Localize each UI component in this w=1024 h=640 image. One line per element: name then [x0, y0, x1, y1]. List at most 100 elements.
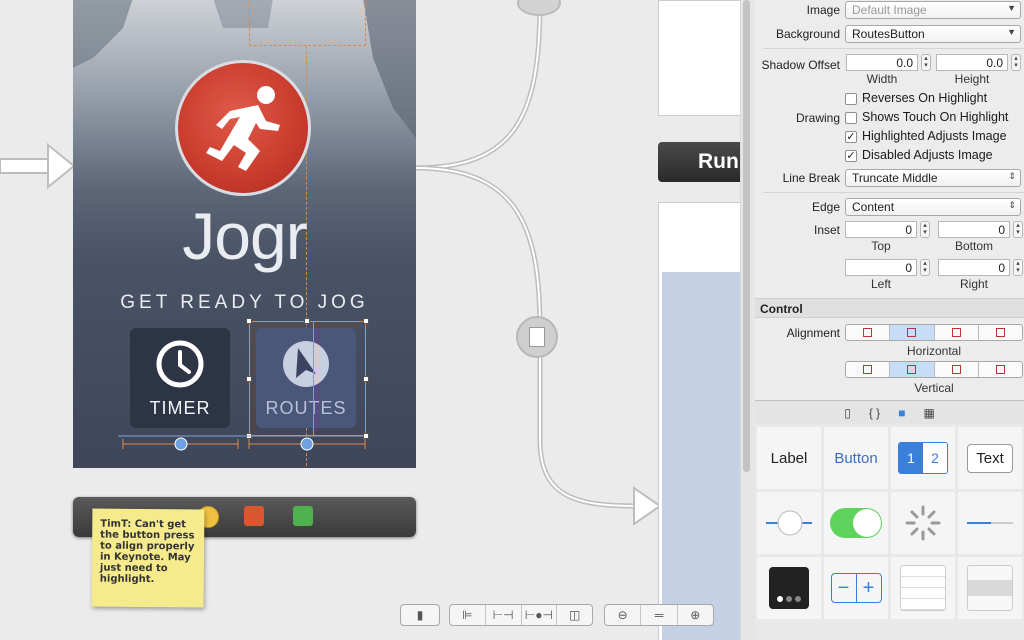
align-top-segment[interactable] [846, 362, 891, 377]
resize-handle[interactable] [304, 318, 310, 324]
progress-view-item[interactable] [958, 492, 1022, 554]
shows-touch-label: Shows Touch On Highlight [862, 110, 1009, 124]
segmented-control-preview: 1 2 [898, 442, 948, 474]
media-library-icon[interactable]: ▦ [923, 406, 934, 420]
dropdown-arrow-icon: ▼ [1007, 3, 1016, 13]
disabled-checkbox[interactable]: ✓ [845, 150, 857, 162]
highlighted-checkbox[interactable]: ✓ [845, 131, 857, 143]
scene-top[interactable] [658, 0, 740, 116]
line-break-popup[interactable]: Truncate Middle ⇕ [845, 169, 1021, 187]
exit-icon[interactable] [293, 506, 313, 526]
activity-indicator-icon [905, 505, 941, 541]
segmented-control-item[interactable]: 1 2 [891, 427, 955, 489]
pin-icon[interactable]: ⊢⊣ [486, 605, 522, 625]
align-right-icon [951, 328, 961, 337]
zoom-in-icon[interactable]: ⊕ [678, 605, 713, 625]
divider [763, 48, 1024, 49]
segue-node[interactable] [516, 316, 558, 358]
table-view-item[interactable] [891, 557, 955, 619]
storyboard-canvas[interactable]: Jogr GET READY TO JOG TIMER ROUTES TimT:… [0, 0, 740, 640]
align-fill-icon [995, 328, 1005, 337]
jogr-view-controller[interactable]: Jogr GET READY TO JOG TIMER ROUTES [73, 0, 416, 468]
image-popup[interactable]: Default Image ▼ [845, 1, 1021, 19]
run-button[interactable]: Run [658, 142, 740, 182]
segment-two: 2 [923, 443, 947, 473]
align-fill-vertical-segment[interactable] [979, 362, 1022, 377]
resize-icon[interactable]: ◫ [557, 605, 592, 625]
background-popup[interactable]: RoutesButton ▼ [845, 25, 1021, 43]
resize-handle[interactable] [363, 376, 369, 382]
resolve-icon[interactable]: ⊢●⊣ [522, 605, 558, 625]
reverses-checkbox[interactable] [845, 93, 857, 105]
line-break-label: Line Break [782, 171, 840, 185]
runner-icon [206, 86, 280, 171]
vertical-alignment-control[interactable] [845, 361, 1023, 378]
inset-right-stepper[interactable]: ▴ ▾ [1013, 259, 1023, 276]
code-snippet-tab[interactable]: { } [869, 406, 880, 420]
slider-item[interactable] [757, 492, 821, 554]
drawing-label: Drawing [795, 111, 840, 125]
object-library-icon[interactable]: ■ [898, 406, 905, 420]
resize-handle[interactable] [363, 318, 369, 324]
inset-top-stepper[interactable]: ▴ ▾ [920, 221, 930, 238]
resize-handle[interactable] [246, 318, 252, 324]
inset-bottom-stepper[interactable]: ▴ ▾ [1013, 221, 1023, 238]
shows-touch-checkbox[interactable] [845, 112, 857, 124]
align-center-segment[interactable] [890, 325, 935, 340]
align-bottom-segment[interactable] [935, 362, 979, 377]
zoom-tools: ⊖ ═ ⊕ [604, 604, 714, 626]
table-view-icon [900, 565, 946, 611]
edge-popup[interactable]: Content ⇕ [845, 198, 1021, 216]
inset-left-stepper[interactable]: ▴ ▾ [920, 259, 930, 276]
align-right-segment[interactable] [935, 325, 979, 340]
horizontal-alignment-control[interactable] [845, 324, 1023, 341]
inset-right-field[interactable]: 0 [938, 259, 1010, 276]
text-field-item[interactable]: Text [958, 427, 1022, 489]
align-fill-vertical-icon [995, 365, 1005, 374]
inset-top-field[interactable]: 0 [845, 221, 917, 238]
sticky-note[interactable]: TimT: Can't get the button press to alig… [91, 508, 205, 608]
timer-button[interactable]: TIMER [130, 328, 230, 428]
button-item[interactable]: Button [824, 427, 888, 489]
stepper-item[interactable]: − + [824, 557, 888, 619]
clock-icon [156, 340, 204, 388]
runner-logo [175, 60, 311, 196]
zoom-out-icon[interactable]: ⊖ [605, 605, 642, 625]
inset-bottom-field[interactable]: 0 [938, 221, 1010, 238]
slider-icon [766, 510, 812, 536]
align-middle-icon [907, 365, 917, 374]
label-item[interactable]: Label [757, 427, 821, 489]
segment-one: 1 [899, 443, 923, 473]
shadow-height-stepper[interactable]: ▴ ▾ [1011, 54, 1021, 71]
file-template-icon[interactable]: ▯ [844, 406, 851, 420]
align-left-segment[interactable] [846, 325, 891, 340]
width-label: Width [866, 72, 898, 86]
constraints [118, 435, 366, 451]
left-label: Left [870, 277, 891, 291]
zoom-fit-icon[interactable]: ═ [641, 605, 678, 625]
shadow-width-stepper[interactable]: ▴ ▾ [921, 54, 931, 71]
reverses-label: Reverses On Highlight [862, 91, 988, 105]
resize-handle[interactable] [246, 376, 252, 382]
page-control-item[interactable] [757, 557, 821, 619]
inset-left-field[interactable]: 0 [845, 259, 917, 276]
align-top-icon [863, 365, 873, 374]
align-icon[interactable]: ⊫ [450, 605, 486, 625]
control-section-header[interactable]: Control [755, 298, 1024, 318]
phone-icon[interactable]: ▮ [401, 605, 439, 625]
activity-indicator-item[interactable] [891, 492, 955, 554]
object-library: Label Button 1 2 Text − + [755, 424, 1024, 640]
edge-label: Edge [811, 200, 840, 214]
exit-cube-icon[interactable] [244, 506, 264, 526]
top-label: Top [871, 239, 891, 253]
height-label: Height [954, 72, 990, 86]
scrollbar-thumb[interactable] [743, 0, 750, 472]
device-toggle[interactable]: ▮ [400, 604, 440, 626]
shadow-width-field[interactable]: 0.0 [846, 54, 918, 71]
align-middle-segment[interactable] [890, 362, 935, 377]
switch-item[interactable] [824, 492, 888, 554]
table-view[interactable] [662, 272, 740, 640]
shadow-height-field[interactable]: 0.0 [936, 54, 1008, 71]
align-fill-segment[interactable] [979, 325, 1022, 340]
table-cell-item[interactable] [958, 557, 1022, 619]
